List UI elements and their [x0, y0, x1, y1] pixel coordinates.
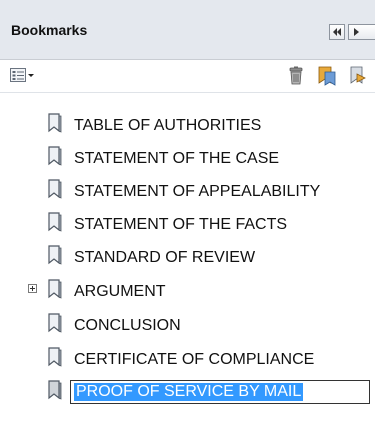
bookmark-item[interactable]: STATEMENT OF APPEALABILITY — [0, 176, 375, 206]
bookmark-item[interactable]: CONCLUSION — [0, 310, 375, 340]
double-left-arrow-icon — [333, 28, 341, 36]
panel-header: Bookmarks — [0, 0, 375, 60]
bookmark-item[interactable]: CERTIFICATE OF COMPLIANCE — [0, 344, 375, 374]
options-menu-button[interactable] — [10, 67, 40, 85]
expand-panel-button[interactable] — [348, 24, 375, 40]
selected-text: PROOF OF SERVICE BY MAIL — [74, 383, 304, 401]
collapse-panel-button[interactable] — [329, 24, 345, 40]
bookmark-icon — [48, 113, 62, 133]
bookmark-icon — [48, 245, 62, 265]
bookmark-item[interactable]: STATEMENT OF THE CASE — [0, 143, 375, 173]
delete-bookmark-button[interactable] — [287, 66, 305, 86]
options-menu-icon — [10, 68, 34, 82]
trash-icon — [289, 66, 303, 85]
bookmark-icon — [48, 380, 62, 400]
bookmark-label: CERTIFICATE OF COMPLIANCE — [74, 351, 315, 368]
expand-plus-icon[interactable] — [28, 284, 37, 293]
bookmarks-panel: Bookmarks TABLE OF AUTHORITIES STATEMENT… — [0, 0, 375, 440]
bookmark-rename-input[interactable]: PROOF OF SERVICE BY MAIL — [70, 380, 370, 404]
bookmark-label: TABLE OF AUTHORITIES — [74, 117, 262, 134]
bookmark-item[interactable]: STANDARD OF REVIEW — [0, 242, 375, 272]
new-bookmark-button[interactable] — [316, 65, 338, 87]
bookmark-label: STANDARD OF REVIEW — [74, 249, 256, 266]
new-bookmark-icon — [318, 66, 336, 86]
bookmark-label: ARGUMENT — [74, 283, 166, 300]
bookmark-item[interactable]: ARGUMENT — [0, 276, 375, 306]
bookmark-icon — [48, 347, 62, 367]
bookmark-label: CONCLUSION — [74, 317, 181, 334]
bookmark-item-editing[interactable]: PROOF OF SERVICE BY MAIL — [0, 377, 375, 407]
bookmark-label: STATEMENT OF APPEALABILITY — [74, 183, 321, 200]
bookmark-icon — [48, 212, 62, 232]
bookmark-icon — [48, 279, 62, 299]
new-bookmark-from-structure-button[interactable] — [347, 65, 369, 87]
bookmark-icon — [48, 146, 62, 166]
bookmark-item[interactable]: TABLE OF AUTHORITIES — [0, 110, 375, 140]
bookmark-arrow-icon — [350, 66, 366, 84]
bookmark-item[interactable]: STATEMENT OF THE FACTS — [0, 209, 375, 239]
bookmark-label: STATEMENT OF THE CASE — [74, 150, 280, 167]
bookmark-icon — [48, 179, 62, 199]
panel-title: Bookmarks — [11, 22, 88, 38]
right-arrow-icon — [354, 28, 359, 36]
bookmarks-toolbar — [0, 60, 375, 93]
bookmark-label: STATEMENT OF THE FACTS — [74, 216, 288, 233]
bookmark-icon — [48, 313, 62, 333]
